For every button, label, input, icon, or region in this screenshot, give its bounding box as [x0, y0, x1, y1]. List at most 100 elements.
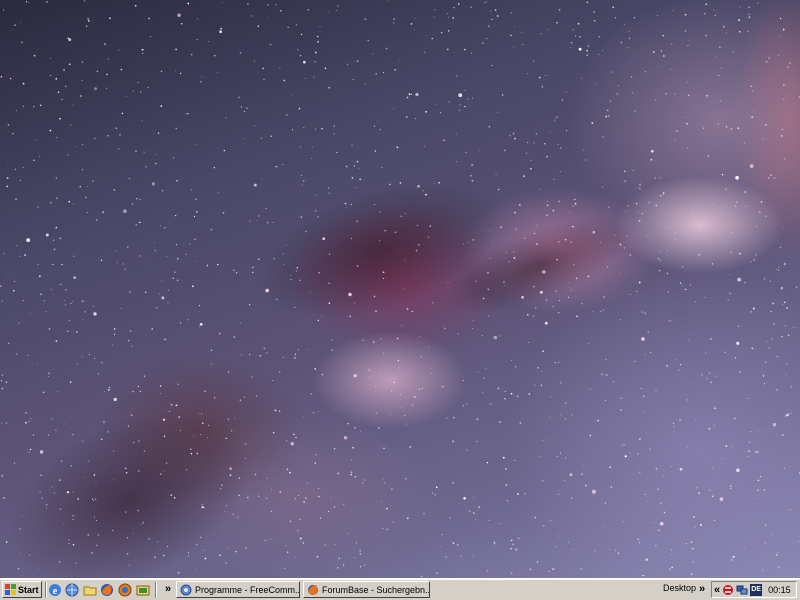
- star: [540, 33, 542, 35]
- star: [546, 214, 548, 217]
- star: [743, 142, 746, 144]
- star: [715, 56, 717, 58]
- star: [736, 468, 740, 473]
- star: [756, 225, 757, 227]
- star: [639, 438, 641, 440]
- star: [295, 24, 298, 26]
- star: [448, 16, 450, 18]
- antivirus-icon[interactable]: [722, 584, 734, 596]
- star: [765, 124, 767, 126]
- star: [360, 430, 361, 432]
- network-icon[interactable]: [736, 584, 748, 596]
- star: [719, 100, 721, 102]
- star: [772, 302, 774, 305]
- star: [672, 422, 675, 425]
- star: [512, 543, 514, 546]
- star: [627, 205, 629, 207]
- star: [162, 418, 166, 421]
- ie-icon[interactable]: e: [47, 582, 63, 598]
- star: [411, 404, 414, 406]
- tray-expand-chevron[interactable]: «: [714, 584, 720, 596]
- star: [61, 263, 63, 266]
- star: [462, 405, 464, 407]
- star: [555, 290, 557, 292]
- star: [759, 211, 761, 214]
- star: [458, 93, 463, 98]
- star: [258, 215, 260, 217]
- star: [375, 73, 378, 75]
- star: [173, 157, 174, 159]
- star: [336, 151, 338, 154]
- star: [289, 520, 292, 523]
- task-button-forumbase[interactable]: ForumBase - Suchergebn...: [303, 581, 430, 598]
- star: [713, 424, 716, 427]
- star: [213, 54, 216, 57]
- star: [116, 262, 118, 264]
- star: [175, 244, 177, 246]
- star: [350, 473, 352, 476]
- star: [687, 45, 689, 46]
- star: [476, 440, 478, 443]
- star: [659, 259, 661, 261]
- language-icon[interactable]: DE: [750, 583, 763, 596]
- explorer-icon[interactable]: [135, 582, 151, 598]
- star: [457, 333, 459, 335]
- star: [86, 25, 88, 27]
- folder-icon[interactable]: [82, 582, 98, 598]
- star: [2, 9, 5, 11]
- star: [735, 175, 739, 180]
- star: [79, 186, 81, 188]
- star: [319, 517, 322, 519]
- star: [559, 489, 561, 491]
- star: [719, 46, 721, 49]
- browser-icon[interactable]: [64, 582, 80, 598]
- star: [199, 322, 203, 326]
- star: [547, 201, 549, 202]
- star: [1, 475, 3, 477]
- star: [161, 280, 162, 282]
- star: [523, 175, 525, 178]
- star: [493, 542, 496, 545]
- star: [52, 239, 55, 241]
- star: [748, 16, 751, 18]
- star: [537, 366, 539, 369]
- star: [348, 292, 352, 297]
- star: [464, 106, 466, 108]
- star: [14, 24, 16, 26]
- star: [648, 201, 651, 204]
- desktop-toolbar-chevron[interactable]: »: [699, 582, 705, 596]
- star: [300, 33, 303, 36]
- star: [694, 300, 697, 303]
- star: [252, 271, 254, 274]
- star: [629, 254, 632, 256]
- star: [25, 412, 27, 414]
- star: [190, 53, 193, 56]
- star: [730, 485, 732, 488]
- firefox-icon[interactable]: [99, 582, 115, 598]
- star: [6, 177, 9, 180]
- star: [564, 479, 566, 481]
- star: [253, 183, 257, 187]
- desktop-toolbar-label[interactable]: Desktop: [663, 583, 696, 593]
- clock[interactable]: 00:15: [768, 585, 791, 595]
- start-button[interactable]: Start: [2, 581, 42, 598]
- star: [488, 519, 490, 521]
- task-button-freecommander[interactable]: Programme - FreeComm...: [176, 581, 300, 598]
- star: [468, 510, 471, 513]
- star: [240, 354, 242, 356]
- quicklaunch-chevron[interactable]: »: [165, 582, 171, 596]
- star: [701, 374, 703, 376]
- star: [356, 60, 359, 62]
- star: [441, 534, 443, 536]
- star: [579, 36, 581, 38]
- star: [107, 431, 109, 433]
- star: [514, 211, 516, 214]
- star: [225, 117, 227, 119]
- star: [195, 144, 196, 146]
- star: [304, 497, 307, 499]
- star: [128, 339, 130, 342]
- star: [558, 9, 561, 11]
- globe-icon[interactable]: [117, 582, 133, 598]
- star: [586, 54, 588, 56]
- star: [347, 532, 348, 534]
